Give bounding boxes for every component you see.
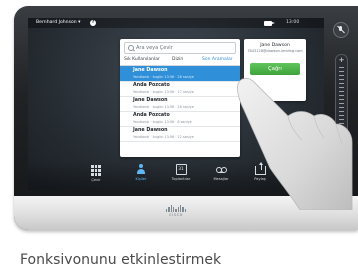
tab-directory[interactable]: Dizin: [172, 57, 183, 62]
caption: Fonksiyonunu etkinleştirmek: [20, 252, 222, 264]
contact-detail: Yanıtlandı · bugün 13:56 · 22 saniye: [133, 134, 194, 139]
dialpad-icon: [91, 164, 102, 176]
contact-row[interactable]: Jane Dawson Yanıtlandı · bugün 13:56 · 2…: [120, 66, 240, 82]
status-bar: Bernhard Johnson ▾ ? 13:00: [28, 18, 324, 28]
search-input[interactable]: Ara veya Çevir: [124, 42, 236, 54]
user-menu[interactable]: Bernhard Johnson ▾: [36, 20, 80, 25]
contact-name: Jane Dawson: [133, 128, 168, 133]
person-icon: [136, 164, 147, 175]
contact-name: Jane Dawson: [133, 98, 168, 103]
nav-dial[interactable]: Çevir: [76, 164, 116, 188]
volume-up-icon[interactable]: +: [336, 56, 347, 64]
tab-favorites[interactable]: Sık Kullanılanlar: [124, 57, 160, 62]
nav-label: Toplantılar: [171, 177, 191, 181]
search-placeholder: Ara veya Çevir: [136, 45, 173, 51]
nav-label: Çevir: [91, 178, 101, 182]
clock: 13:00: [286, 19, 300, 25]
camera-icon[interactable]: [264, 20, 275, 26]
contact-detail: Yanıtlandı · bugün 13:56 · 17 saniye: [133, 89, 194, 94]
contacts-panel: Ara veya Çevir Sık Kullanılanlar Dizin S…: [120, 39, 240, 157]
detail-contact-name: Jane Dawson: [260, 43, 290, 48]
cisco-logo: cisco: [160, 205, 192, 221]
nav-label: Kişiler: [135, 177, 147, 181]
contact-row[interactable]: Jane Dawson Yanıtlandı · bugün 13:56 · 2…: [120, 96, 240, 112]
voicemail-icon: [215, 164, 227, 175]
tab-recents[interactable]: Son Aramalar: [202, 57, 233, 62]
contact-detail: Yanıtlandı · bugün 13:56 · 8 saniye: [133, 119, 192, 124]
detail-contact-address: 7843128@dawson-lending.com: [247, 49, 303, 53]
nav-meetings[interactable]: 31 Toplantılar: [161, 164, 201, 188]
contact-tabs: Sık Kullanılanlar Dizin Son Aramalar: [120, 55, 240, 65]
contact-name: Anda Pozcato: [133, 113, 170, 118]
page: cisco Bernhard Johnson ▾ ? 13:00 Ara vey…: [0, 0, 358, 264]
mute-icon[interactable]: [333, 22, 349, 38]
contact-row[interactable]: Anda Pozcato Yanıtlandı · bugün 13:56 · …: [120, 111, 240, 127]
contact-detail: Yanıtlandı · bugün 13:56 · 28 saniye: [133, 74, 194, 79]
contact-row[interactable]: Anda Pozcato Yanıtlandı · bugün 13:56 · …: [120, 81, 240, 97]
contact-detail: Yanıtlandı · bugün 13:56 · 28 saniye: [133, 104, 194, 109]
search-icon: [128, 45, 134, 51]
contact-name: Anda Pozcato: [133, 83, 170, 88]
contact-row[interactable]: Jane Dawson Yanıtlandı · bugün 13:56 · 2…: [120, 126, 240, 142]
nav-contacts[interactable]: Kişiler: [121, 164, 161, 188]
help-icon[interactable]: ?: [90, 19, 96, 26]
pointing-hand-image: [237, 78, 353, 210]
calendar-icon: 31: [175, 164, 187, 175]
contact-name: Jane Dawson: [133, 68, 168, 73]
